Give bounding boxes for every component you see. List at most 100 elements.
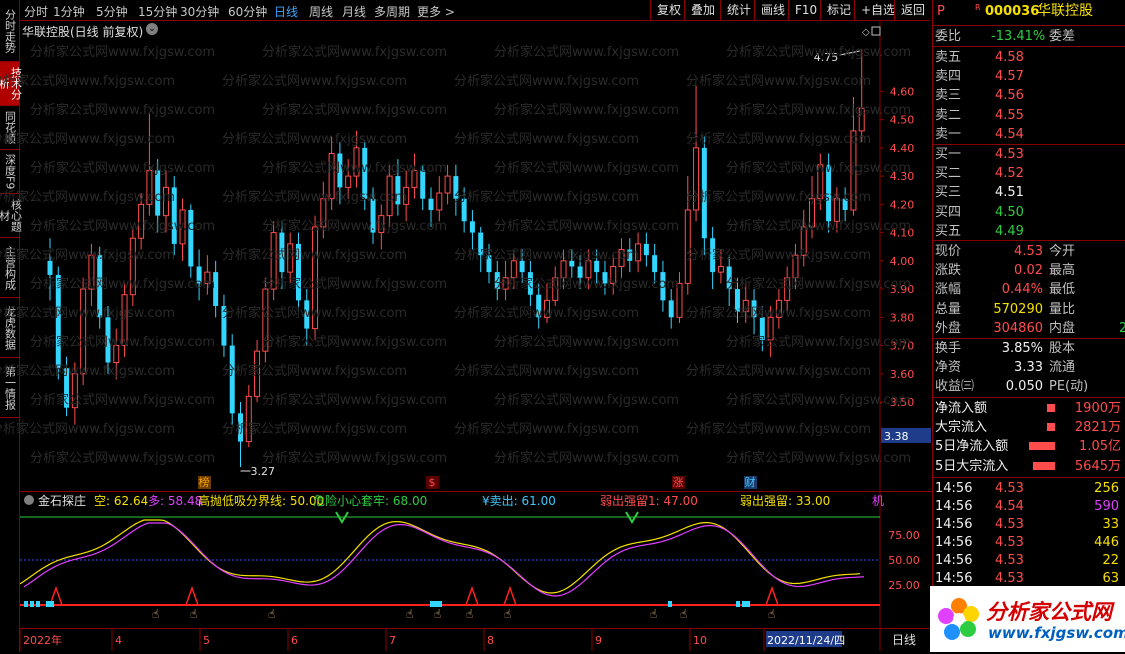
stat-row-1: 涨跌 0.02 最高 [933, 261, 1125, 280]
candle-body [552, 277, 559, 301]
hand-pointer-icon: ☝ [190, 607, 197, 621]
candle-body [833, 198, 840, 222]
candle-body [229, 345, 235, 414]
candle-body [800, 226, 807, 256]
candle-body [179, 209, 186, 245]
timeframe-tab-10[interactable]: 更多 > [417, 3, 455, 20]
candle-body [742, 299, 749, 313]
chevron-down-icon[interactable] [24, 495, 34, 505]
candle-body [279, 232, 285, 273]
timeframe-tab-1[interactable]: 1分钟 [53, 3, 85, 20]
candle-body [221, 306, 227, 346]
buy-price: 4.51 [995, 185, 1024, 201]
flow-row-1: 大宗流入 2821万 [933, 418, 1125, 437]
date-label: 9 [595, 634, 602, 647]
volume-tick [46, 601, 50, 607]
candle-body [494, 272, 500, 290]
toolbar-button-1[interactable]: 叠加 [684, 0, 721, 20]
sell-label: 卖二 [935, 107, 962, 123]
indicator-svg[interactable]: 75.00 50.00 25.00 ☝ ☝ ☝ ☝ ☝ ☝ ☝ ☝ ☝ ☝ [19, 492, 932, 629]
sell-level-2: 卖三 4.56 [933, 86, 1125, 105]
flow-label: 5日净流入额 [935, 439, 1009, 455]
stat2-row-1: 净资 3.33 流通 [933, 358, 1125, 377]
weicha-label: 委差 [1049, 29, 1076, 44]
toolbar-button-0[interactable]: 复权 [650, 0, 687, 20]
date-label: 10 [693, 634, 707, 647]
price-label: 3.70 [890, 340, 915, 353]
candle-body [627, 249, 633, 261]
stat-value: 0.02 [1014, 263, 1043, 279]
indicator-panel[interactable]: 75.00 50.00 25.00 ☝ ☝ ☝ ☝ ☝ ☝ ☝ ☝ ☝ ☝ 金石探庄 空: 62.64 多:… [19, 491, 932, 629]
stat-value: 0.44% [1001, 282, 1043, 298]
timeframe-tab-3[interactable]: 15分钟 [138, 3, 177, 20]
timeframe-tab-6[interactable]: 日线 [274, 3, 298, 20]
left-tab-1[interactable]: 技术分析 [0, 62, 23, 106]
candle-body [121, 294, 128, 347]
left-tab-2[interactable]: 同花顺 [0, 106, 19, 150]
stat2-value: 0.050 [1005, 379, 1043, 395]
candle-body [444, 175, 451, 194]
price-label: 4.50 [890, 114, 915, 127]
candle-body [312, 226, 319, 330]
stat2-label: 收益㈢ [935, 379, 975, 395]
timeframe-tab-0[interactable]: 分时 [24, 3, 48, 20]
candle-body [453, 176, 459, 199]
flow-label: 5日大宗流入 [935, 458, 1009, 474]
signal-spike [185, 585, 199, 606]
candle-body [328, 153, 335, 200]
timeframe-tab-2[interactable]: 5分钟 [96, 3, 128, 20]
high-arrow [839, 50, 860, 56]
stat2-label2: 流通 [1049, 360, 1076, 376]
price-label: 4.10 [890, 227, 915, 240]
timeframe-tab-8[interactable]: 月线 [342, 3, 366, 20]
kline-svg[interactable]: 4.60 4.50 4.40 4.30 4.20 4.10 4.00 3.90 3.80 3.70… [20, 21, 932, 491]
flower-logo-icon [938, 598, 979, 640]
timeframe-tab-7[interactable]: 周线 [309, 3, 333, 20]
candle-body [428, 198, 434, 210]
toolbar-button-2[interactable]: 统计 [720, 0, 757, 20]
stat-label2: 内盘 [1049, 320, 1076, 336]
quote-header: P R 000036 华联控股 [933, 2, 1125, 21]
event-marker-label: $ [429, 476, 436, 489]
candle-body [602, 272, 608, 284]
left-tab-6[interactable]: 龙虎数据 [0, 298, 19, 358]
left-tab-5[interactable]: 主营构成 [0, 238, 19, 298]
toolbar-button-5[interactable]: 标记 [820, 0, 857, 20]
toolbar-button-7[interactable]: 返回 [894, 0, 931, 20]
candle-body [105, 317, 111, 363]
signal-spike [465, 585, 479, 606]
price-label: 3.90 [890, 283, 915, 296]
buy-label: 买五 [935, 223, 962, 239]
event-marker-label: 涨 [673, 476, 684, 489]
event-marker-label: 财 [745, 475, 756, 489]
timeframe-tab-5[interactable]: 60分钟 [228, 3, 267, 20]
stat-value: 570290 [993, 301, 1043, 317]
hand-pointer-icon: ☝ [152, 607, 159, 621]
candle-body [204, 271, 211, 284]
stat-extra: 2 [1119, 320, 1125, 336]
left-tab-4[interactable]: 核心题材 [0, 194, 23, 238]
buy-price: 4.53 [995, 147, 1024, 162]
indicator-item-2: 高抛低吸分界线: 50.00 [198, 494, 325, 508]
candle-body [577, 266, 583, 278]
hand-pointer-icon: ☝ [680, 607, 687, 621]
flow-label: 净流入额 [935, 401, 988, 416]
timeframe-tab-9[interactable]: 多周期 [374, 3, 410, 20]
stat-label2: 量比 [1049, 301, 1076, 317]
tick-row-3: 14:56 4.53 446 [933, 533, 1125, 552]
sell-level-3: 卖二 4.55 [933, 106, 1125, 125]
candle-body [238, 413, 244, 442]
panel-toggle-icon[interactable] [871, 26, 881, 36]
stat2-row-2: 收益㈢ 0.050 PE(动) [933, 377, 1125, 396]
diamond-icon[interactable]: ◇ [862, 27, 870, 38]
main-kline-chart[interactable]: 4.60 4.50 4.40 4.30 4.20 4.10 4.00 3.90 3.80 3.70… [0, 21, 932, 491]
chevron-down-icon[interactable]: ⌄ [146, 23, 158, 35]
timeframe-tab-4[interactable]: 30分钟 [180, 3, 219, 20]
hand-pointer-icon: ☝ [504, 607, 511, 621]
toolbar-button-4[interactable]: F10 [788, 0, 823, 20]
left-tab-0[interactable]: 分时走势 [0, 0, 19, 62]
kong-line [19, 519, 861, 594]
toolbar-button-3[interactable]: 画线 [754, 0, 791, 20]
left-tab-3[interactable]: 深度F9 [0, 150, 19, 194]
left-tab-7[interactable]: 第一情报 [0, 358, 19, 418]
